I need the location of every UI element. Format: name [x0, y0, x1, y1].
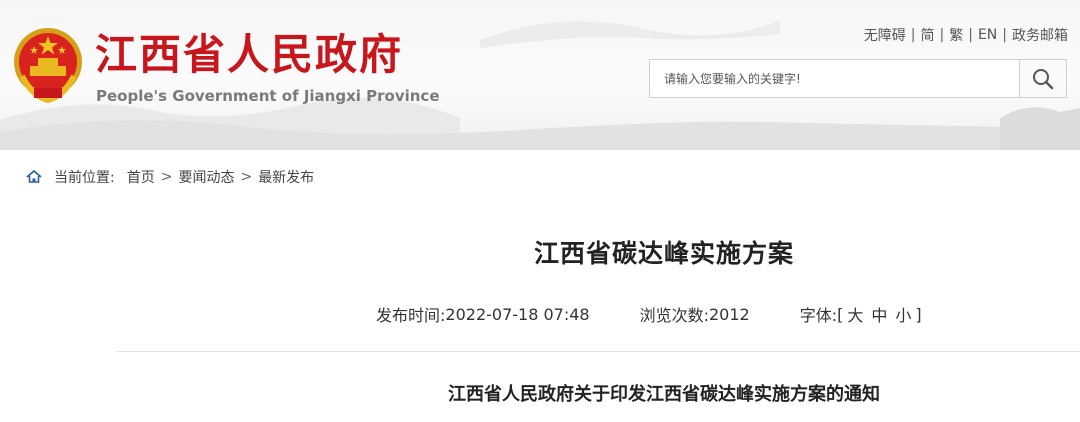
- divider: [116, 351, 1080, 352]
- search-input[interactable]: [650, 60, 1020, 97]
- breadcrumb-news[interactable]: 要闻动态: [178, 167, 234, 187]
- search-button[interactable]: [1019, 60, 1066, 97]
- font-size-large[interactable]: 大: [847, 302, 863, 326]
- breadcrumb-label: 当前位置:: [54, 170, 115, 186]
- top-links: 无障碍 | 简 | 繁 | EN | 政务邮箱: [864, 25, 1068, 45]
- font-size-small[interactable]: 小: [895, 302, 911, 326]
- home-icon: [26, 169, 42, 185]
- article-title: 江西省碳达峰实施方案: [533, 239, 794, 268]
- link-separator: |: [939, 27, 945, 43]
- breadcrumb-arrow: >: [240, 169, 253, 185]
- breadcrumb-home[interactable]: 首页: [127, 167, 155, 187]
- link-separator: |: [1002, 27, 1007, 43]
- breadcrumb: 当前位置: 首页 > 要闻动态 > 最新发布: [26, 165, 314, 189]
- link-separator: |: [910, 27, 916, 43]
- font-bracket-close: ]: [915, 304, 922, 324]
- notice-title: 江西省人民政府关于印发江西省碳达峰实施方案的通知: [448, 384, 880, 405]
- national-emblem-icon: [14, 28, 82, 104]
- publish-time-label: 发布时间:: [376, 306, 446, 325]
- site-header: 江西省人民政府 People's Government of Jiangxi P…: [0, 0, 1080, 150]
- site-subtitle: People's Government of Jiangxi Province: [96, 87, 440, 105]
- font-size-label: 字体:: [799, 306, 838, 325]
- simplified-chinese-link[interactable]: 简: [921, 25, 935, 45]
- gov-mail-link[interactable]: 政务邮箱: [1012, 25, 1068, 45]
- article-meta: 发布时间: 2022-07-18 07:48 浏览次数: 2012 字体: [ …: [376, 302, 922, 326]
- search-icon: [1033, 68, 1054, 89]
- breadcrumb-arrow: >: [160, 169, 173, 185]
- search-box: [649, 59, 1067, 98]
- traditional-chinese-link[interactable]: 繁: [949, 25, 963, 45]
- font-size-medium[interactable]: 中: [871, 302, 887, 326]
- view-count: 2012: [709, 304, 750, 324]
- accessibility-link[interactable]: 无障碍: [864, 25, 906, 45]
- english-link[interactable]: EN: [978, 27, 997, 43]
- site-title: 江西省人民政府: [95, 30, 404, 79]
- font-bracket-open: [: [837, 304, 844, 324]
- link-separator: |: [968, 27, 973, 43]
- breadcrumb-latest[interactable]: 最新发布: [258, 167, 314, 187]
- publish-time: 2022-07-18 07:48: [445, 304, 590, 324]
- view-count-label: 浏览次数:: [639, 306, 709, 325]
